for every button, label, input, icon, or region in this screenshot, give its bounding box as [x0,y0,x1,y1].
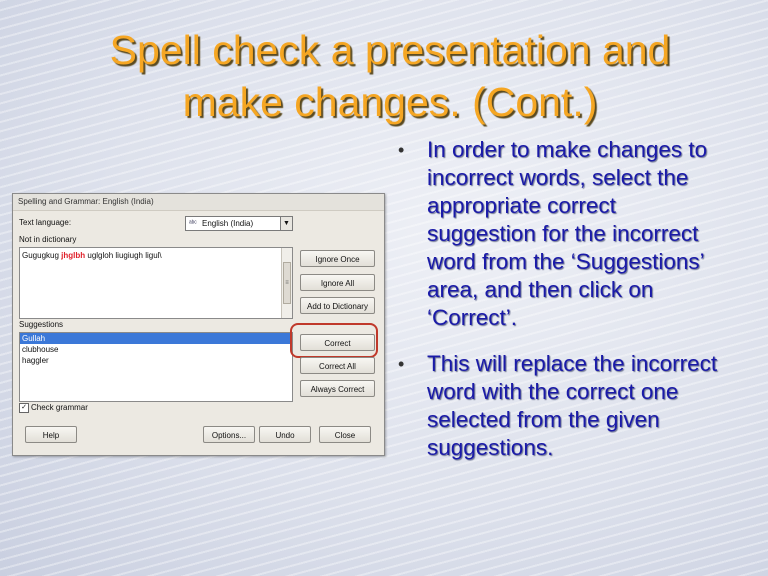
add-to-dictionary-button[interactable]: Add to Dictionary [300,297,375,314]
spellcheck-icon: ᵃᵇᶜ [189,220,197,227]
dialog-title-bar: Spelling and Grammar: English (India) [13,194,384,211]
slide-title-line-2: make changes. (Cont.) [182,79,598,125]
bullet-marker: • [398,354,405,374]
bullet-item: • This will replace the incorrect word w… [398,350,728,462]
scrollbar-thumb[interactable]: ≡ [283,262,291,304]
sentence-before: Gugugkug [22,251,62,260]
close-button[interactable]: Close [319,426,371,443]
textbox-scrollbar[interactable]: ≡ [281,248,292,318]
suggestions-list[interactable]: Gullah clubhouse haggler [19,332,293,402]
ignore-once-button[interactable]: Ignore Once [300,250,375,267]
bullet-marker: • [398,140,405,160]
not-in-dictionary-textbox[interactable]: Gugugkug jhglbh uglgloh liugiugh ligul\ … [19,247,293,319]
suggestion-item[interactable]: clubhouse [20,344,292,355]
language-value: English (India) [202,219,254,228]
text-language-label: Text language: [19,218,72,227]
bullet-item: • In order to make changes to incorrect … [398,136,728,332]
check-grammar-checkbox[interactable]: ✓ [19,403,29,413]
help-button[interactable]: Help [25,426,77,443]
chevron-down-icon[interactable]: ▼ [280,217,292,230]
ignore-all-button[interactable]: Ignore All [300,274,375,291]
undo-button[interactable]: Undo [259,426,311,443]
suggestions-label: Suggestions [19,320,64,329]
bullet-text: This will replace the incorrect word wit… [427,351,718,460]
sentence-after: uglgloh liugiugh ligul\ [85,251,162,260]
bullet-text: In order to make changes to incorrect wo… [427,137,708,330]
not-in-dictionary-label: Not in dictionary [19,235,77,244]
error-word: jhglbh [61,251,86,260]
bullet-list: • In order to make changes to incorrect … [398,136,728,480]
always-correct-button[interactable]: Always Correct [300,380,375,397]
slide-title: Spell check a presentation and make chan… [40,24,740,128]
correct-button[interactable]: Correct [300,334,375,351]
language-select[interactable]: ᵃᵇᶜ English (India) ▼ [185,216,293,231]
correct-all-button[interactable]: Correct All [300,357,375,374]
sentence-text: Gugugkug jhglbh uglgloh liugiugh ligul\ [22,251,162,260]
options-button[interactable]: Options... [203,426,255,443]
suggestion-item[interactable]: Gullah [20,333,292,344]
slide-title-line-1: Spell check a presentation and [109,27,671,73]
check-grammar-label: Check grammar [31,403,88,412]
spelling-dialog: Spelling and Grammar: English (India) Te… [12,193,385,456]
suggestion-item[interactable]: haggler [20,355,292,366]
